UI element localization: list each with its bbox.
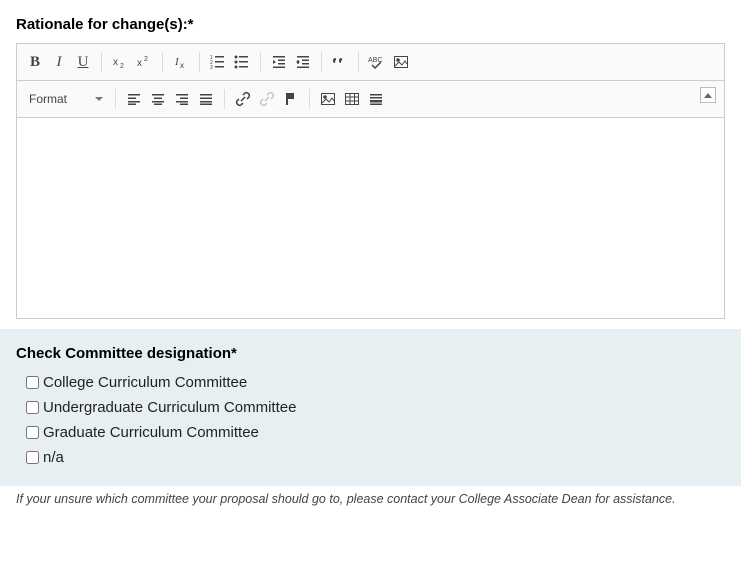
committee-option[interactable]: Graduate Curriculum Committee	[26, 424, 725, 441]
blockquote-button[interactable]	[328, 50, 352, 74]
underline-button[interactable]: U	[71, 50, 95, 74]
subscript-button[interactable]: x2	[108, 50, 132, 74]
chevron-down-icon	[95, 97, 103, 101]
indent-button[interactable]	[291, 50, 315, 74]
committee-section: Check Committee designation* College Cur…	[0, 329, 741, 486]
align-center-button[interactable]	[146, 87, 170, 111]
committee-option-label: n/a	[43, 449, 64, 466]
spellcheck-button[interactable]: ABC	[365, 50, 389, 74]
rationale-section: Rationale for change(s):* B I U x2 x2	[0, 0, 741, 329]
format-dropdown[interactable]: Format	[23, 87, 109, 111]
unlink-button[interactable]	[255, 87, 279, 111]
committee-option-label: Graduate Curriculum Committee	[43, 424, 259, 441]
committee-checkbox-college[interactable]	[26, 376, 39, 389]
editor-toolbar-row-2: Format	[17, 81, 724, 118]
committee-option[interactable]: Undergraduate Curriculum Committee	[26, 399, 725, 416]
bullet-list-button[interactable]	[230, 50, 254, 74]
link-button[interactable]	[231, 87, 255, 111]
committee-label: Check Committee designation*	[16, 345, 725, 362]
toolbar-collapse-button[interactable]	[700, 87, 716, 103]
table-button[interactable]	[340, 87, 364, 111]
format-dropdown-label: Format	[29, 92, 67, 106]
committee-checkbox-na[interactable]	[26, 451, 39, 464]
bold-button[interactable]: B	[23, 50, 47, 74]
editor-toolbar-row-1: B I U x2 x2 Ix 123	[17, 44, 724, 81]
anchor-button[interactable]	[279, 87, 303, 111]
italic-button[interactable]: I	[47, 50, 71, 74]
rich-text-editor: B I U x2 x2 Ix 123	[16, 43, 725, 319]
align-right-button[interactable]	[170, 87, 194, 111]
committee-option-label: Undergraduate Curriculum Committee	[43, 399, 296, 416]
insert-image-button[interactable]	[316, 87, 340, 111]
horizontal-rule-button[interactable]	[364, 87, 388, 111]
svg-text:x: x	[180, 61, 184, 70]
rationale-label: Rationale for change(s):*	[16, 16, 725, 33]
committee-checkbox-undergraduate[interactable]	[26, 401, 39, 414]
rationale-editor-area[interactable]	[17, 118, 724, 318]
committee-option[interactable]: n/a	[26, 449, 725, 466]
committee-help-text: If your unsure which committee your prop…	[0, 486, 741, 520]
align-justify-button[interactable]	[194, 87, 218, 111]
numbered-list-button[interactable]: 123	[206, 50, 230, 74]
image-button[interactable]	[389, 50, 413, 74]
svg-text:2: 2	[120, 63, 124, 70]
svg-text:x: x	[137, 58, 142, 69]
svg-text:3: 3	[210, 65, 213, 70]
svg-text:x: x	[113, 57, 118, 68]
chevron-up-icon	[704, 93, 712, 98]
committee-option-label: College Curriculum Committee	[43, 374, 247, 391]
committee-option[interactable]: College Curriculum Committee	[26, 374, 725, 391]
align-left-button[interactable]	[122, 87, 146, 111]
committee-checkbox-graduate[interactable]	[26, 426, 39, 439]
svg-text:2: 2	[144, 56, 148, 63]
outdent-button[interactable]	[267, 50, 291, 74]
superscript-button[interactable]: x2	[132, 50, 156, 74]
remove-format-button[interactable]: Ix	[169, 50, 193, 74]
